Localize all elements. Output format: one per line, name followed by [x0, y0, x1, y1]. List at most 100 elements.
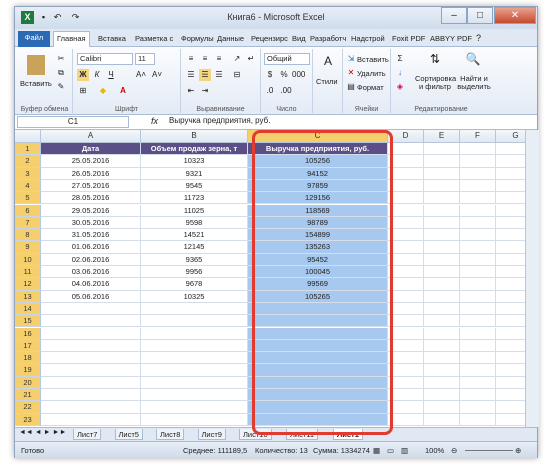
- cell[interactable]: 9598: [141, 216, 248, 230]
- cell[interactable]: 11723: [141, 192, 248, 205]
- cell[interactable]: [388, 352, 424, 365]
- cell[interactable]: Выручка предприятия, руб.: [248, 143, 388, 156]
- bold-icon[interactable]: Ж: [77, 69, 89, 81]
- cell[interactable]: [460, 327, 496, 340]
- cell[interactable]: [424, 278, 460, 291]
- sheet-tab[interactable]: Лист10: [239, 429, 272, 440]
- fill-icon[interactable]: ↓: [394, 67, 406, 79]
- row-header[interactable]: 9: [15, 241, 41, 254]
- zoom-slider[interactable]: [465, 450, 513, 451]
- cell[interactable]: [496, 291, 525, 303]
- row-header[interactable]: 21: [15, 389, 41, 402]
- cell[interactable]: [424, 302, 460, 316]
- cell[interactable]: [41, 376, 141, 389]
- cell[interactable]: [41, 352, 141, 365]
- cell[interactable]: [388, 290, 424, 303]
- tab-review[interactable]: Рецензирс: [248, 32, 291, 47]
- row-header[interactable]: 1: [15, 143, 41, 156]
- column-header-d[interactable]: D: [388, 130, 424, 143]
- cell[interactable]: [460, 192, 496, 205]
- row-header[interactable]: 5: [15, 192, 41, 205]
- cell[interactable]: 154899: [248, 229, 388, 242]
- format-cells-icon[interactable]: ▤: [345, 81, 357, 93]
- format-painter-icon[interactable]: ✎: [55, 81, 67, 93]
- cell[interactable]: [41, 339, 141, 353]
- cell[interactable]: [41, 401, 141, 414]
- text-orientation-icon[interactable]: ↗: [231, 53, 243, 65]
- copy-icon[interactable]: ⧉: [55, 67, 67, 79]
- align-center-icon[interactable]: ☰: [199, 69, 211, 81]
- cell[interactable]: [141, 315, 248, 328]
- align-top-icon[interactable]: ≡: [185, 53, 197, 65]
- cell[interactable]: 10323: [141, 155, 248, 168]
- cell[interactable]: [496, 278, 525, 291]
- cell[interactable]: [460, 253, 496, 266]
- paste-icon[interactable]: [27, 55, 45, 75]
- align-left-icon[interactable]: ☰: [185, 69, 197, 81]
- cell[interactable]: [41, 413, 141, 426]
- cell[interactable]: [388, 253, 424, 266]
- tab-home[interactable]: Главная: [53, 31, 90, 48]
- cell[interactable]: 05.06.2016: [41, 290, 141, 303]
- cell[interactable]: [460, 216, 496, 230]
- tab-formulas[interactable]: Формулы: [178, 32, 217, 47]
- cell[interactable]: 11025: [141, 204, 248, 217]
- tab-view[interactable]: Вид: [289, 32, 309, 47]
- cell[interactable]: [248, 315, 388, 328]
- cell[interactable]: [141, 401, 248, 414]
- cell[interactable]: 30.05.2016: [41, 216, 141, 230]
- column-header-c[interactable]: C: [248, 130, 388, 143]
- cell[interactable]: [424, 413, 460, 426]
- cell[interactable]: 118569: [248, 204, 388, 217]
- cell[interactable]: [496, 352, 525, 365]
- cell[interactable]: 129156: [248, 192, 388, 205]
- cell[interactable]: 27.05.2016: [41, 179, 141, 193]
- cell[interactable]: [496, 180, 525, 193]
- align-bottom-icon[interactable]: ≡: [213, 53, 225, 65]
- select-all-corner[interactable]: [15, 130, 41, 143]
- cell[interactable]: Объем продаж зерна, т: [141, 143, 248, 156]
- cell[interactable]: 9365: [141, 253, 248, 266]
- cell[interactable]: [388, 266, 424, 279]
- tab-insert[interactable]: Вставка: [95, 32, 129, 47]
- close-button[interactable]: ✕: [494, 7, 536, 24]
- cell[interactable]: 03.06.2016: [41, 266, 141, 279]
- cell[interactable]: 9956: [141, 266, 248, 279]
- column-header-f[interactable]: F: [460, 130, 496, 143]
- cell[interactable]: 02.06.2016: [41, 253, 141, 266]
- cell[interactable]: [388, 315, 424, 328]
- cell[interactable]: 26.05.2016: [41, 167, 141, 180]
- fx-icon[interactable]: fx: [151, 116, 158, 126]
- row-header[interactable]: 13: [15, 290, 41, 303]
- cell[interactable]: 105265: [248, 290, 388, 303]
- cell[interactable]: 01.06.2016: [41, 241, 141, 254]
- cell[interactable]: [496, 254, 525, 266]
- paste-button[interactable]: Вставить: [20, 79, 52, 88]
- cell[interactable]: [460, 229, 496, 242]
- cell[interactable]: [424, 216, 460, 230]
- cell[interactable]: [424, 241, 460, 254]
- vertical-scrollbar[interactable]: [525, 130, 539, 427]
- cell[interactable]: [424, 266, 460, 279]
- row-header[interactable]: 8: [15, 229, 41, 242]
- cell[interactable]: [141, 327, 248, 340]
- cell[interactable]: [248, 401, 388, 414]
- find-select-icon[interactable]: 🔍: [465, 53, 481, 71]
- cell[interactable]: [496, 205, 525, 217]
- row-header[interactable]: 4: [15, 179, 41, 193]
- cell[interactable]: [496, 340, 525, 353]
- minimize-button[interactable]: –: [441, 7, 467, 24]
- sort-filter-button[interactable]: Сортировка и фильтр: [415, 75, 456, 91]
- cell[interactable]: [388, 364, 424, 377]
- cell[interactable]: [460, 315, 496, 328]
- cell[interactable]: [496, 241, 525, 254]
- column-header-a[interactable]: A: [41, 130, 141, 143]
- cell[interactable]: [424, 290, 460, 303]
- cell[interactable]: [248, 413, 388, 426]
- row-header[interactable]: 20: [15, 376, 41, 389]
- cell[interactable]: 95452: [248, 253, 388, 266]
- cell[interactable]: [388, 204, 424, 217]
- cell[interactable]: [248, 376, 388, 389]
- cell[interactable]: 98789: [248, 216, 388, 230]
- cell[interactable]: [388, 339, 424, 353]
